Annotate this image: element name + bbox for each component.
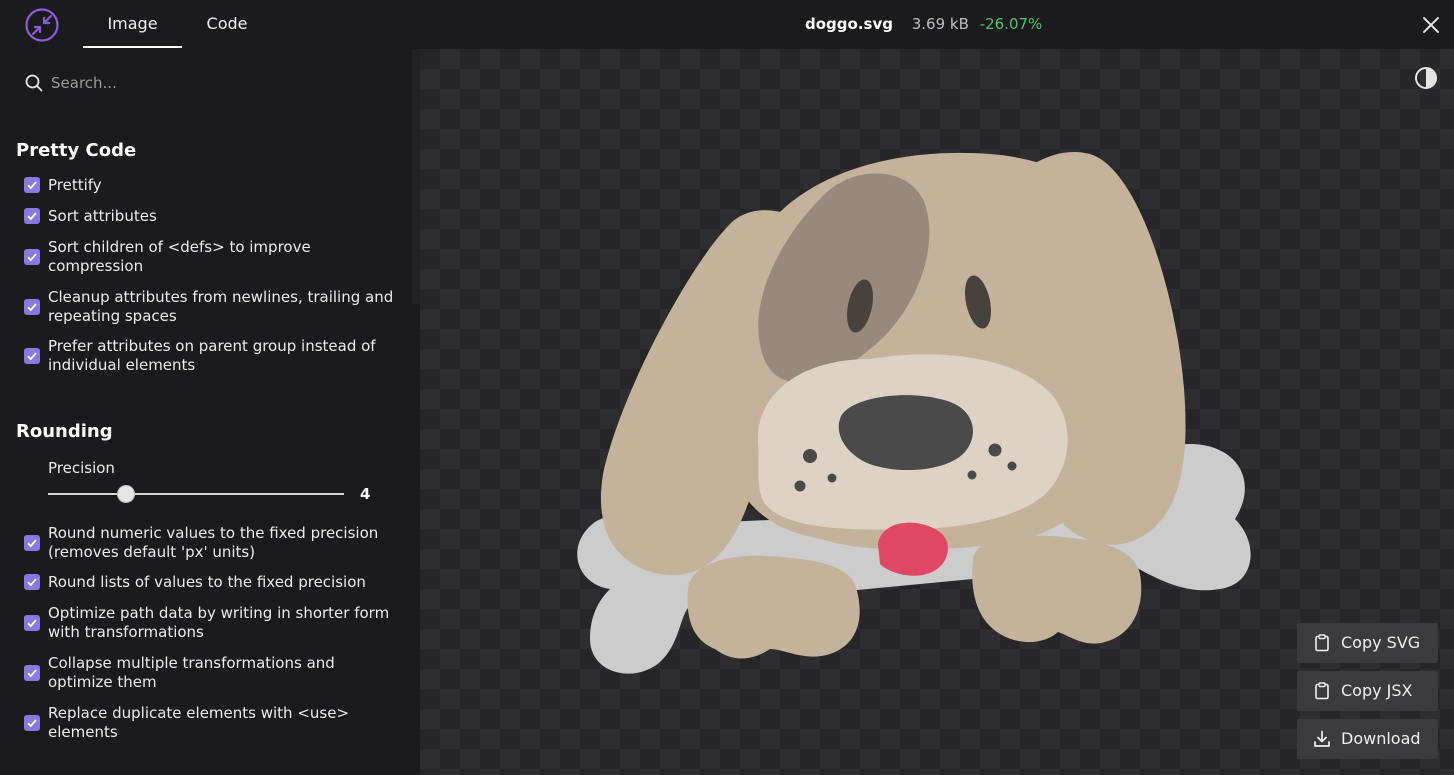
option-round-lists[interactable]: Round lists of values to the fixed preci… [24, 573, 396, 593]
option-move-attrs-to-group[interactable]: Prefer attributes on parent group instea… [24, 337, 396, 375]
checkbox[interactable] [24, 574, 40, 590]
search-box [24, 71, 394, 95]
settings-sidebar: Pretty Code Prettify Sort attributes Sor… [0, 49, 412, 775]
option-label: Sort children of <defs> to improve compr… [48, 238, 311, 275]
option-round-numeric[interactable]: Round numeric values to the fixed precis… [24, 524, 396, 562]
checkbox[interactable] [24, 615, 40, 631]
precision-label: Precision [48, 459, 115, 477]
copy-svg-button[interactable]: Copy SVG [1297, 623, 1438, 663]
option-label: Cleanup attributes from newlines, traili… [48, 288, 394, 325]
option-reuse-paths[interactable]: Replace duplicate elements with <use> el… [24, 704, 396, 742]
file-size: 3.69 kB [911, 15, 969, 33]
precision-slider-thumb[interactable] [117, 485, 135, 503]
contrast-toggle-icon[interactable] [1414, 66, 1438, 90]
checkbox[interactable] [24, 535, 40, 551]
left-paw [687, 555, 860, 659]
checkbox[interactable] [24, 177, 40, 193]
button-label: Copy SVG [1341, 633, 1421, 652]
option-optimize-path[interactable]: Optimize path data by writing in shorter… [24, 604, 396, 642]
option-label: Round numeric values to the fixed precis… [48, 524, 379, 561]
file-savings: -26.07% [979, 15, 1043, 33]
tab-code[interactable]: Code [190, 0, 264, 48]
sidebar-scrollbar[interactable] [412, 49, 420, 304]
logo-icon[interactable] [24, 7, 60, 43]
option-sort-attributes[interactable]: Sort attributes [24, 207, 396, 227]
dog-illustration [577, 152, 1251, 674]
download-button[interactable]: Download [1297, 719, 1438, 759]
button-label: Download [1341, 729, 1421, 748]
file-info: doggo.svg 3.69 kB -26.07% [805, 0, 1042, 48]
clipboard-icon [1315, 634, 1329, 652]
section-title-rounding: Rounding [16, 421, 113, 442]
option-label: Sort attributes [48, 207, 157, 225]
search-icon [25, 74, 43, 92]
search-input[interactable] [51, 71, 381, 95]
file-name: doggo.svg [805, 15, 893, 33]
option-prettify[interactable]: Prettify [24, 176, 396, 196]
option-label: Prettify [48, 176, 102, 194]
option-label: Prefer attributes on parent group instea… [48, 337, 376, 374]
option-label: Optimize path data by writing in shorter… [48, 604, 390, 641]
tongue [878, 522, 948, 576]
checkbox[interactable] [24, 665, 40, 681]
top-bar: Image Code doggo.svg 3.69 kB -26.07% [0, 0, 1454, 49]
button-label: Copy JSX [1341, 681, 1413, 700]
tab-image[interactable]: Image [83, 0, 182, 48]
right-paw [972, 535, 1142, 644]
checkbox[interactable] [24, 348, 40, 364]
copy-jsx-button[interactable]: Copy JSX [1297, 671, 1438, 711]
image-preview: Copy SVG Copy JSX Download [420, 49, 1454, 775]
clipboard-icon [1315, 682, 1329, 700]
checkbox[interactable] [24, 208, 40, 224]
option-label: Replace duplicate elements with <use> el… [48, 704, 350, 741]
download-icon [1314, 730, 1330, 747]
option-label: Collapse multiple transformations and op… [48, 654, 335, 691]
close-icon[interactable] [1420, 14, 1442, 36]
checkbox[interactable] [24, 299, 40, 315]
option-label: Round lists of values to the fixed preci… [48, 573, 366, 591]
option-sort-defs[interactable]: Sort children of <defs> to improve compr… [24, 238, 396, 276]
precision-value: 4 [360, 485, 371, 503]
precision-slider-track[interactable] [48, 493, 344, 495]
option-collapse-transforms[interactable]: Collapse multiple transformations and op… [24, 654, 396, 692]
option-cleanup-attrs[interactable]: Cleanup attributes from newlines, traili… [24, 288, 396, 326]
section-title-pretty-code: Pretty Code [16, 140, 137, 161]
checkbox[interactable] [24, 249, 40, 265]
checkbox[interactable] [24, 715, 40, 731]
